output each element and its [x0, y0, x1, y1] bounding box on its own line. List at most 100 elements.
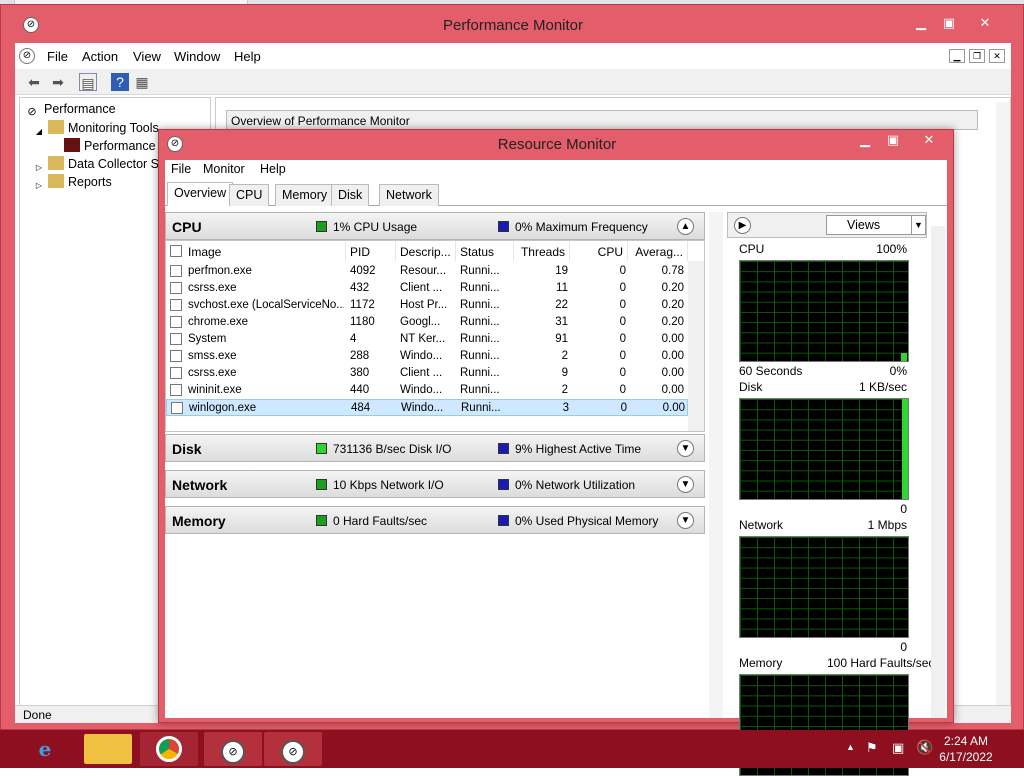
menu-action[interactable]: Action: [82, 49, 118, 64]
file-explorer-icon[interactable]: [84, 734, 132, 764]
minimize-button[interactable]: ▁: [907, 13, 935, 33]
rm-menu-file[interactable]: File: [171, 162, 191, 176]
dropdown-arrow-icon[interactable]: ▼: [911, 216, 925, 234]
graph-panel-scrollbar[interactable]: [931, 226, 945, 718]
rm-menu-help[interactable]: Help: [260, 162, 286, 176]
col-average[interactable]: Averag...: [628, 241, 688, 261]
rm-maximize-button[interactable]: ▣: [879, 130, 907, 150]
table-row[interactable]: System 4 NT Ker... Runni... 91 0 0.00: [166, 331, 688, 348]
help-icon[interactable]: ?: [111, 73, 129, 91]
mdi-restore-button[interactable]: ❐: [969, 49, 985, 63]
left-pane-scrollbar[interactable]: [709, 212, 723, 718]
tab-overview[interactable]: Overview: [167, 182, 234, 206]
tab-network[interactable]: Network: [379, 184, 439, 206]
memory-section-header[interactable]: Memory 0 Hard Faults/sec 0% Used Physica…: [165, 506, 705, 534]
result-pane-scrollbar[interactable]: [996, 102, 1010, 706]
tab-disk[interactable]: Disk: [331, 184, 370, 206]
disk-io-metric: 731136 B/sec Disk I/O: [316, 442, 452, 456]
graph-max-label: 100 Hard Faults/sec: [827, 656, 935, 670]
row-checkbox[interactable]: [170, 316, 182, 328]
maximize-button[interactable]: ▣: [935, 13, 963, 33]
table-cell: 4: [350, 333, 357, 345]
table-cell: Runni...: [460, 316, 500, 328]
row-checkbox[interactable]: [170, 384, 182, 396]
row-checkbox[interactable]: [170, 282, 182, 294]
table-row[interactable]: csrss.exe 432 Client ... Runni... 11 0 0.20: [166, 280, 688, 297]
row-checkbox[interactable]: [170, 265, 182, 277]
table-row[interactable]: smss.exe 288 Windo... Runni... 2 0 0.00: [166, 348, 688, 365]
tree-item-reports[interactable]: ▷ Reports: [34, 174, 112, 192]
menu-file[interactable]: File: [47, 49, 68, 64]
resmon-app-button[interactable]: ⊘: [264, 732, 322, 766]
mdi-close-button[interactable]: ✕: [989, 49, 1005, 63]
disk-section-header[interactable]: Disk 731136 B/sec Disk I/O 9% Highest Ac…: [165, 434, 705, 462]
network-section-header[interactable]: Network 10 Kbps Network I/O 0% Network U…: [165, 470, 705, 498]
rm-menu-monitor[interactable]: Monitor: [203, 162, 245, 176]
select-all-checkbox[interactable]: [170, 245, 182, 257]
row-checkbox[interactable]: [170, 350, 182, 362]
network-icon[interactable]: ▣: [892, 740, 904, 756]
chevron-down-icon[interactable]: ▼: [677, 440, 694, 457]
show-hide-tree-icon[interactable]: ▤: [79, 73, 97, 91]
chevron-down-icon[interactable]: ▼: [677, 512, 694, 529]
rm-minimize-button[interactable]: ▁: [851, 130, 879, 150]
menu-window[interactable]: Window: [174, 49, 220, 64]
col-threads[interactable]: Threads: [514, 241, 570, 261]
graph-min-label: 0: [900, 502, 907, 516]
table-cell: 432: [350, 282, 370, 294]
menu-view[interactable]: View: [133, 49, 161, 64]
internet-explorer-icon[interactable]: e: [16, 732, 74, 766]
col-cpu[interactable]: CPU: [570, 241, 628, 261]
table-row[interactable]: csrss.exe 380 Client ... Runni... 9 0 0.00: [166, 365, 688, 382]
table-row[interactable]: chrome.exe 1180 Googl... Runni... 31 0 0.20: [166, 314, 688, 331]
tab-cpu[interactable]: CPU: [229, 184, 270, 206]
close-button[interactable]: ✕: [967, 13, 1003, 33]
cpu-section-title: CPU: [172, 219, 202, 235]
table-cell: 1172: [350, 299, 375, 311]
table-row[interactable]: svchost.exe (LocalServiceNo... 1172 Host P…: [166, 297, 688, 314]
tab-memory[interactable]: Memory: [275, 184, 335, 206]
col-pid[interactable]: PID: [346, 241, 396, 261]
back-arrow-icon[interactable]: ⬅: [25, 73, 43, 91]
mdi-minimize-button[interactable]: ▁: [949, 49, 965, 63]
show-hidden-icons-icon[interactable]: ▲: [846, 742, 855, 752]
row-checkbox[interactable]: [171, 402, 183, 414]
tree-item-performance[interactable]: ⊘ Performance: [24, 102, 115, 120]
rm-tab-strip: Overview CPU Memory Disk Network: [165, 182, 947, 206]
properties-icon[interactable]: ▦: [133, 73, 151, 91]
perfmon-app-button[interactable]: ⊘: [204, 732, 262, 766]
table-row[interactable]: wininit.exe 440 Windo... Runni... 2 0 0.00: [166, 382, 688, 399]
cpu-section-header[interactable]: CPU 1% CPU Usage 0% Maximum Frequency ▲: [165, 212, 705, 240]
row-checkbox[interactable]: [170, 299, 182, 311]
expand-right-icon[interactable]: ▶: [734, 217, 751, 234]
forward-arrow-icon[interactable]: ➡: [49, 73, 67, 91]
tree-item-monitoring-tools[interactable]: ◢ Monitoring Tools: [34, 120, 159, 138]
taskbar-clock[interactable]: 2:24 AM 6/17/2022: [926, 733, 1006, 765]
folder-icon: [48, 156, 64, 170]
gauge-icon: ⊘: [281, 740, 305, 764]
cpu-table-scrollbar[interactable]: [688, 261, 704, 431]
action-center-flag-icon[interactable]: ⚑: [866, 740, 878, 756]
blue-square-icon: [498, 479, 509, 490]
menu-help[interactable]: Help: [234, 49, 261, 64]
table-cell: 380: [350, 367, 370, 379]
chevron-up-icon[interactable]: ▲: [677, 218, 694, 235]
chrome-app-button[interactable]: [140, 732, 198, 766]
chevron-down-icon[interactable]: ▼: [677, 476, 694, 493]
table-cell: Runni...: [460, 265, 500, 277]
views-button[interactable]: Views ▼: [826, 215, 926, 235]
col-status[interactable]: Status: [456, 241, 514, 261]
rm-close-button[interactable]: ✕: [911, 130, 947, 150]
table-row[interactable]: winlogon.exe 484 Windo... Runni... 3 0 0.00: [166, 399, 688, 416]
table-row[interactable]: perfmon.exe 4092 Resour... Runni... 19 0 0.78: [166, 263, 688, 280]
folder-icon: [48, 120, 64, 134]
graph-min-label: 0%: [889, 364, 907, 378]
table-cell: Runni...: [460, 350, 500, 362]
rm-menu-bar: File Monitor Help: [165, 160, 947, 180]
col-description[interactable]: Descrip...: [396, 241, 456, 261]
table-cell: 440: [350, 384, 370, 396]
row-checkbox[interactable]: [170, 333, 182, 345]
col-image[interactable]: Image: [166, 241, 346, 261]
row-checkbox[interactable]: [170, 367, 182, 379]
table-cell: 0.00: [661, 384, 684, 396]
